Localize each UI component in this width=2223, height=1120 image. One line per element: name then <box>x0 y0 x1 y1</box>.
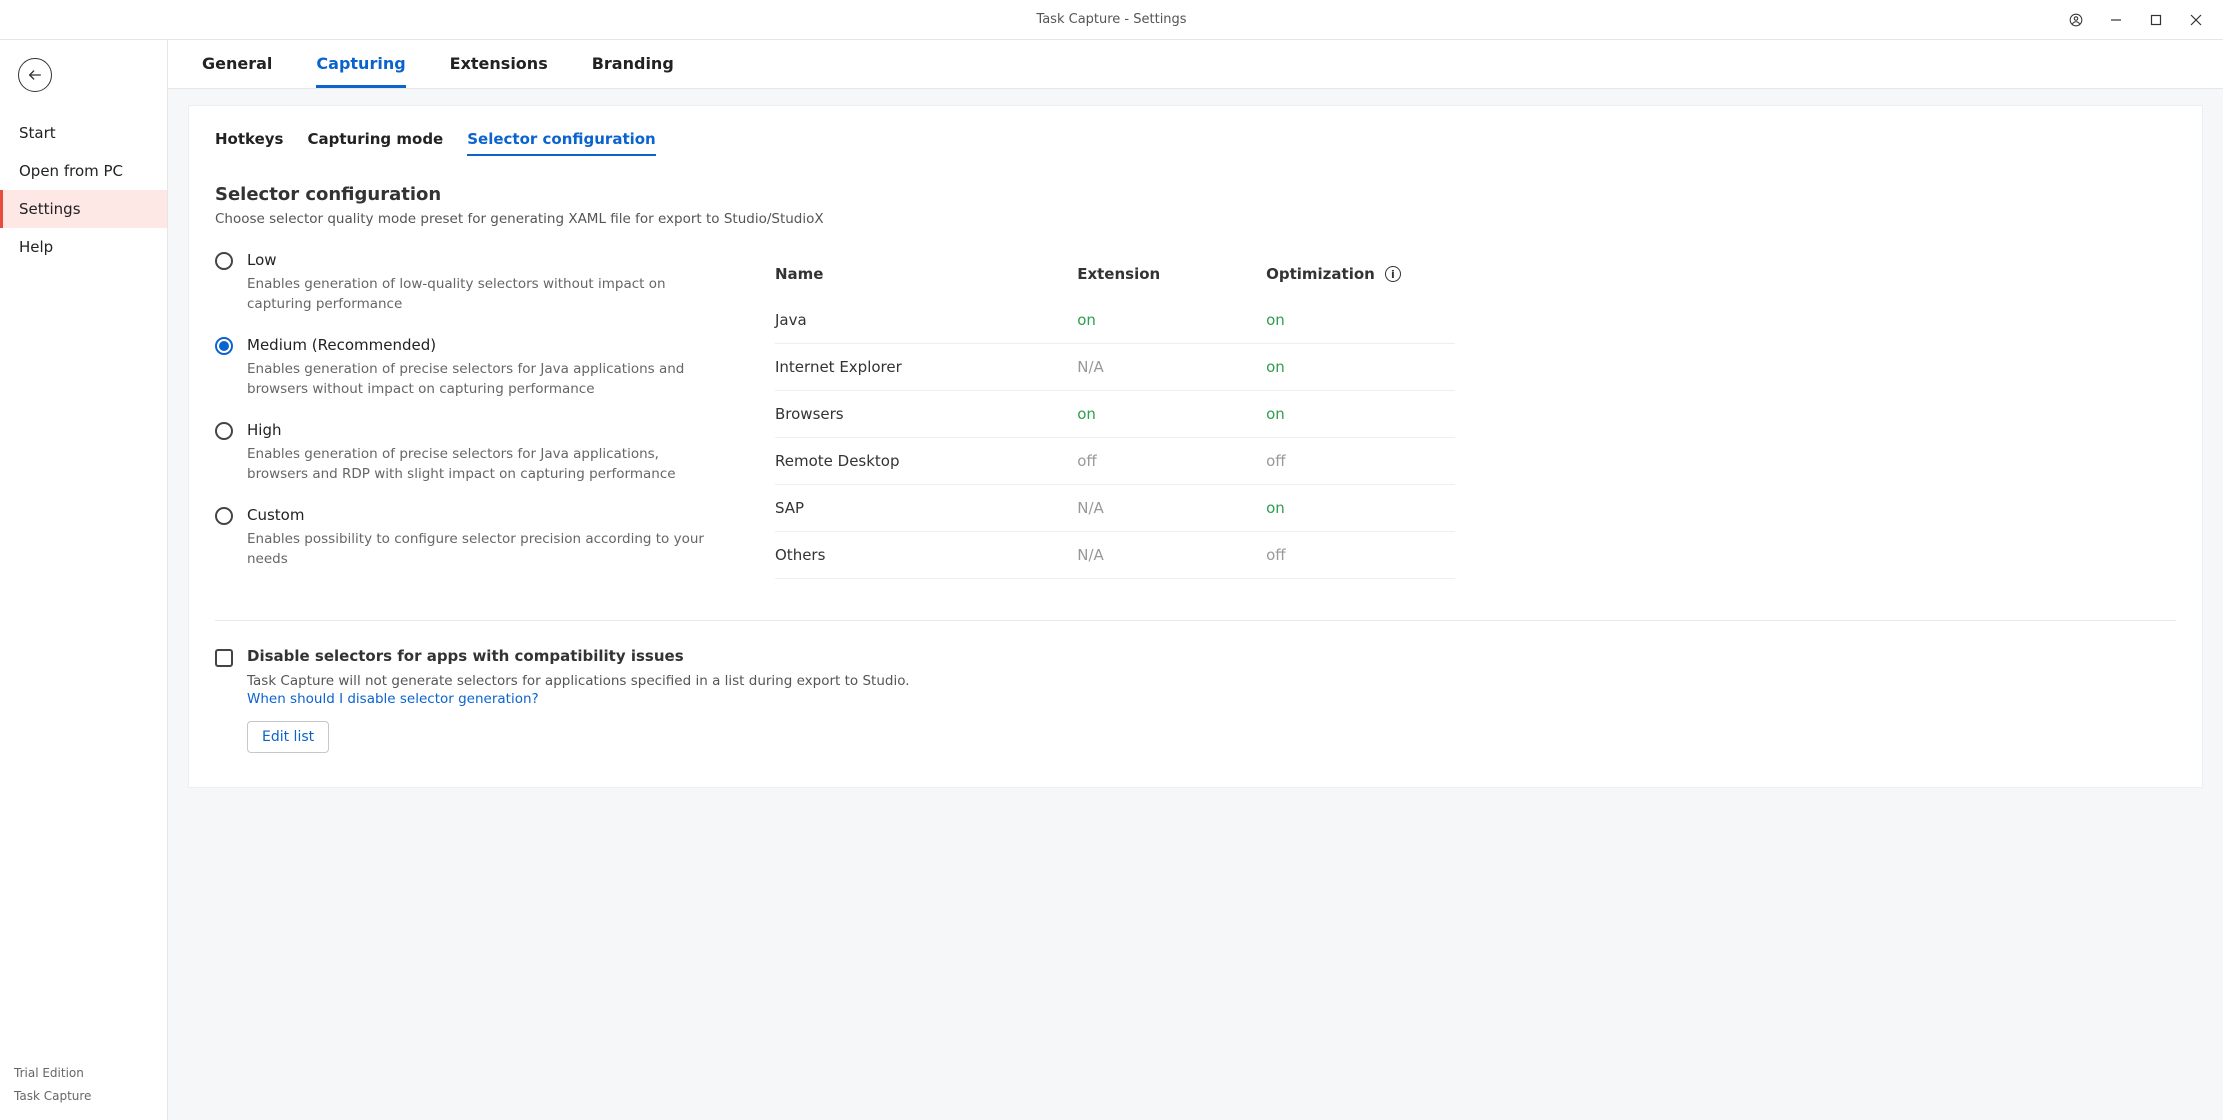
tab-general[interactable]: General <box>202 54 272 88</box>
subtabs: Hotkeys Capturing mode Selector configur… <box>215 130 2176 156</box>
cell-optimization: on <box>1266 499 1455 517</box>
cell-extension: off <box>1077 452 1266 470</box>
subtab-selector-configuration[interactable]: Selector configuration <box>467 130 656 156</box>
top-tabs: General Capturing Extensions Branding <box>168 40 2223 89</box>
close-button[interactable] <box>2189 13 2203 27</box>
tab-extensions[interactable]: Extensions <box>450 54 548 88</box>
cell-optimization: on <box>1266 358 1455 376</box>
cell-name: Remote Desktop <box>775 452 1077 470</box>
cell-optimization: off <box>1266 452 1455 470</box>
sidebar-item-help[interactable]: Help <box>0 228 167 266</box>
compat-desc: Task Capture will not generate selectors… <box>247 673 910 689</box>
subtab-hotkeys[interactable]: Hotkeys <box>215 130 283 156</box>
back-button[interactable] <box>18 58 52 92</box>
table-row: Remote Desktopoffoff <box>775 438 1455 485</box>
cell-optimization: on <box>1266 311 1455 329</box>
table-row: OthersN/Aoff <box>775 532 1455 579</box>
table-row: SAPN/Aon <box>775 485 1455 532</box>
sidebar-footer-edition: Trial Edition <box>14 1062 153 1085</box>
cell-name: Browsers <box>775 405 1077 423</box>
radio-label: Low <box>247 251 715 269</box>
radio-icon <box>215 337 233 355</box>
radio-low[interactable]: Low Enables generation of low-quality se… <box>215 251 715 314</box>
minimize-button[interactable] <box>2109 13 2123 27</box>
section-desc: Choose selector quality mode preset for … <box>215 211 2176 227</box>
tab-branding[interactable]: Branding <box>592 54 674 88</box>
radio-label: High <box>247 421 715 439</box>
window-title: Task Capture - Settings <box>1036 12 1186 27</box>
col-header-optimization: Optimization <box>1266 265 1375 283</box>
section-title: Selector configuration <box>215 184 2176 205</box>
cell-extension: N/A <box>1077 546 1266 564</box>
radio-desc: Enables possibility to configure selecto… <box>247 530 715 569</box>
cell-extension: N/A <box>1077 358 1266 376</box>
col-header-name: Name <box>775 265 1077 283</box>
cell-name: SAP <box>775 499 1077 517</box>
maximize-button[interactable] <box>2149 13 2163 27</box>
tab-capturing[interactable]: Capturing <box>316 54 405 88</box>
radio-high[interactable]: High Enables generation of precise selec… <box>215 421 715 484</box>
radio-label: Custom <box>247 506 715 524</box>
sidebar-item-settings[interactable]: Settings <box>0 190 167 228</box>
sidebar-item-open-from-pc[interactable]: Open from PC <box>0 152 167 190</box>
table-row: Javaonon <box>775 297 1455 344</box>
cell-optimization: off <box>1266 546 1455 564</box>
sidebar-item-start[interactable]: Start <box>0 114 167 152</box>
table-row: Internet ExplorerN/Aon <box>775 344 1455 391</box>
info-icon[interactable]: i <box>1385 266 1401 282</box>
edit-list-button[interactable]: Edit list <box>247 721 329 753</box>
radio-label: Medium (Recommended) <box>247 336 715 354</box>
cell-extension: on <box>1077 405 1266 423</box>
account-icon[interactable] <box>2069 13 2083 27</box>
radio-icon <box>215 507 233 525</box>
radio-desc: Enables generation of precise selectors … <box>247 360 715 399</box>
disable-selectors-checkbox[interactable] <box>215 649 233 667</box>
radio-medium[interactable]: Medium (Recommended) Enables generation … <box>215 336 715 399</box>
subtab-capturing-mode[interactable]: Capturing mode <box>307 130 443 156</box>
compat-title: Disable selectors for apps with compatib… <box>247 647 910 665</box>
cell-name: Internet Explorer <box>775 358 1077 376</box>
compat-help-link[interactable]: When should I disable selector generatio… <box>247 691 910 707</box>
titlebar: Task Capture - Settings <box>0 0 2223 40</box>
cell-name: Others <box>775 546 1077 564</box>
cell-extension: on <box>1077 311 1266 329</box>
cell-name: Java <box>775 311 1077 329</box>
sidebar: Start Open from PC Settings Help Trial E… <box>0 40 168 1120</box>
radio-desc: Enables generation of precise selectors … <box>247 445 715 484</box>
extension-table: Name Extension Optimization i JavaononIn… <box>775 251 1455 592</box>
cell-extension: N/A <box>1077 499 1266 517</box>
sidebar-footer-product: Task Capture <box>14 1085 153 1108</box>
radio-icon <box>215 422 233 440</box>
radio-custom[interactable]: Custom Enables possibility to configure … <box>215 506 715 569</box>
col-header-extension: Extension <box>1077 265 1266 283</box>
radio-icon <box>215 252 233 270</box>
cell-optimization: on <box>1266 405 1455 423</box>
table-row: Browsersonon <box>775 391 1455 438</box>
quality-radio-group: Low Enables generation of low-quality se… <box>215 251 715 592</box>
radio-desc: Enables generation of low-quality select… <box>247 275 715 314</box>
